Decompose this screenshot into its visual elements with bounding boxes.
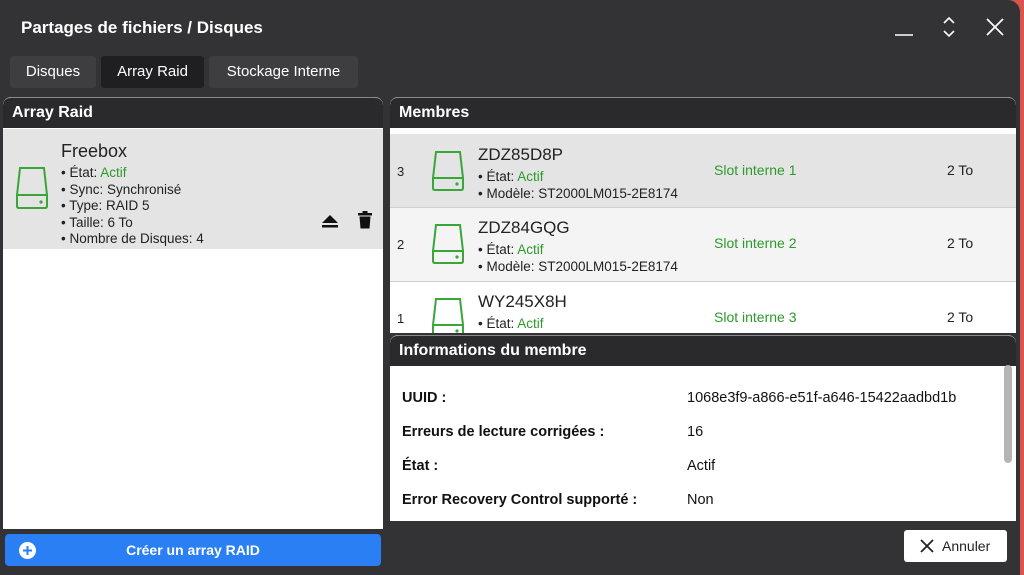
raid-list-panel: Array Raid Freebox • État: Actif • Sync:… — [3, 97, 383, 529]
tab-stockage-interne[interactable]: Stockage Interne — [209, 56, 358, 88]
cancel-label: Annuler — [942, 538, 991, 554]
info-row-read-errors: Erreurs de lecture corrigées : 16 — [402, 424, 703, 440]
member-size: 2 To — [947, 235, 974, 251]
raid-list-header: Array Raid — [3, 97, 383, 128]
info-label: Error Recovery Control supporté : — [402, 492, 638, 508]
member-state-value: Actif — [517, 242, 544, 257]
member-row[interactable]: 3 ZDZ85D8P • État: Actif • Modèle: ST200… — [390, 134, 1016, 208]
hard-drive-icon — [16, 167, 48, 209]
raid-name: Freebox — [61, 141, 128, 161]
raid-type: • Type: RAID 5 — [61, 198, 150, 213]
member-model-label: • Modèle: — [478, 186, 539, 201]
expand-icon[interactable] — [936, 14, 962, 40]
raid-disk-count: • Nombre de Disques: 4 — [61, 231, 204, 246]
member-model-value: ST2000LM015-2E8174 — [538, 186, 678, 201]
member-slot: Slot interne 2 — [714, 235, 797, 251]
member-row[interactable]: 2 ZDZ84GQG • État: Actif • Modèle: ST200… — [390, 208, 1016, 282]
plus-circle-icon — [19, 542, 36, 559]
member-slot: Slot interne 1 — [714, 162, 797, 178]
member-row[interactable]: 1 WY245X8H • État: Actif Slot interne 3 … — [390, 282, 1016, 333]
hard-drive-icon — [432, 224, 464, 264]
member-state: • État: Actif — [478, 169, 544, 184]
raid-state-label: • État: — [61, 165, 101, 180]
member-state: • État: Actif — [478, 316, 544, 331]
member-state: • État: Actif — [478, 242, 544, 257]
title-bar: Partages de fichiers / Disques — [0, 0, 1020, 52]
info-label: UUID : — [402, 390, 447, 406]
raid-size: • Taille: 6 To — [61, 214, 133, 230]
window-title: Partages de fichiers / Disques — [21, 18, 263, 37]
cancel-button[interactable]: Annuler — [904, 530, 1007, 562]
member-model: • Modèle: ST2000LM015-2E8174 — [478, 186, 678, 201]
eject-icon[interactable] — [321, 213, 339, 229]
member-state-value: Actif — [517, 169, 544, 184]
member-index: 3 — [397, 164, 405, 179]
member-model-label: • Modèle: — [478, 259, 539, 274]
tab-array-raid[interactable]: Array Raid — [101, 56, 204, 88]
create-raid-label: Créer un array RAID — [126, 542, 260, 558]
raid-sync: • Sync: Synchronisé — [61, 181, 182, 197]
member-state-label: • État: — [478, 316, 518, 331]
raid-state-value: Actif — [100, 165, 127, 180]
member-slot: Slot interne 3 — [714, 309, 797, 325]
member-state-label: • État: — [478, 169, 518, 184]
member-index: 2 — [397, 237, 405, 252]
info-value: 1068e3f9-a866-e51f-a646-15422aadbd1b — [687, 390, 957, 406]
raid-state: • État: Actif — [61, 165, 204, 182]
hard-drive-icon — [432, 151, 464, 191]
member-state-label: • État: — [478, 242, 518, 257]
member-size: 2 To — [947, 162, 974, 178]
close-icon[interactable] — [982, 14, 1008, 40]
member-index: 1 — [397, 311, 405, 326]
minimize-icon[interactable] — [891, 14, 917, 40]
create-raid-button[interactable]: Créer un array RAID — [5, 534, 381, 566]
trash-icon[interactable] — [357, 211, 373, 229]
close-icon — [920, 539, 934, 553]
info-value: Actif — [687, 458, 716, 474]
tab-disques[interactable]: Disques — [10, 56, 96, 88]
member-info-panel: Informations du membre UUID : 1068e3f9-a… — [390, 335, 1016, 521]
members-header: Membres — [390, 97, 1016, 128]
raid-details: • État: Actif • Sync: Synchronisé • Type… — [61, 165, 204, 248]
member-serial: WY245X8H — [478, 292, 567, 311]
members-panel: Membres 3 ZDZ85D8P • État: Actif • Modèl… — [390, 97, 1016, 333]
info-row-erc: Error Recovery Control supporté : Non — [402, 492, 714, 508]
member-info-header: Informations du membre — [390, 335, 1016, 366]
info-value: 16 — [687, 424, 704, 440]
info-value: Non — [687, 492, 714, 508]
raid-list-item[interactable]: Freebox • État: Actif • Sync: Synchronis… — [3, 129, 383, 249]
member-serial: ZDZ84GQG — [478, 218, 570, 237]
hard-drive-icon — [432, 298, 464, 333]
member-model-value: ST2000LM015-2E8174 — [538, 259, 678, 274]
member-state-value: Actif — [517, 316, 544, 331]
member-size: 2 To — [947, 309, 974, 325]
info-label: Erreurs de lecture corrigées : — [402, 424, 605, 440]
file-shares-window: Partages de fichiers / Disques Disques A… — [0, 0, 1020, 575]
info-label: État : — [402, 458, 439, 474]
info-scrollbar[interactable] — [1004, 365, 1012, 463]
member-serial: ZDZ85D8P — [478, 145, 564, 164]
member-model: • Modèle: ST2000LM015-2E8174 — [478, 259, 678, 274]
info-row-state: État : Actif — [402, 458, 715, 474]
info-row-uuid: UUID : 1068e3f9-a866-e51f-a646-15422aadb… — [402, 390, 956, 406]
